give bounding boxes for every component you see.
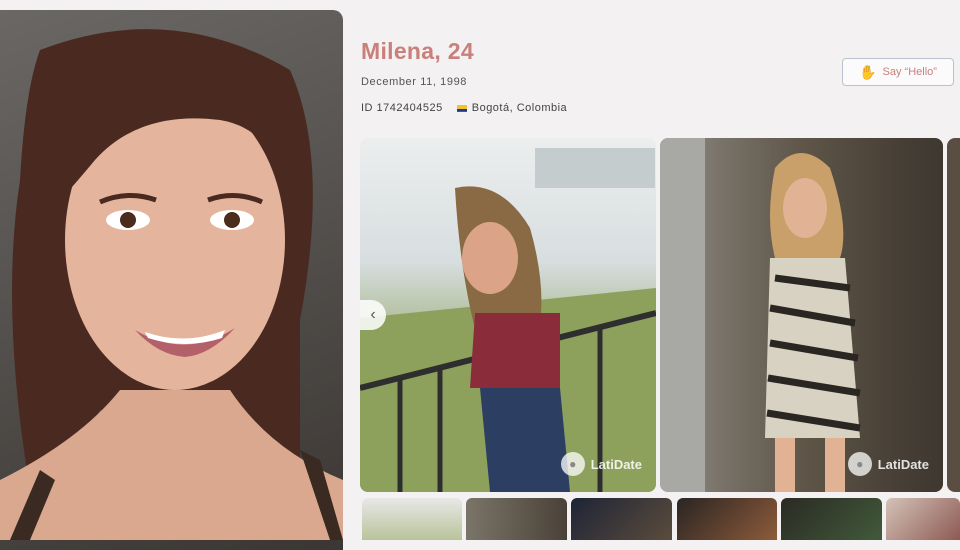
say-hello-label: Say “Hello” — [882, 66, 937, 78]
thumbnail-4[interactable] — [677, 498, 777, 540]
thumbnail-1[interactable] — [362, 498, 462, 540]
waving-hand-icon: ✋ — [859, 63, 877, 80]
say-hello-button[interactable]: ✋ Say “Hello” — [842, 58, 954, 86]
profile-meta: ID 1742404525 Bogotá, Colombia — [361, 102, 567, 114]
gallery-photo-2-illustration — [660, 138, 861, 492]
gallery-photo-1[interactable]: ● LatiDate — [360, 138, 656, 492]
watermark-text: LatiDate — [877, 456, 929, 472]
profile-photo-illustration — [0, 29, 343, 540]
chevron-left-icon: ‹ — [370, 306, 376, 323]
watermark-text: LatiDate — [590, 456, 642, 472]
location-text: Bogotá, Colombia — [471, 102, 568, 114]
gallery-photo-3[interactable] — [947, 138, 960, 492]
colombia-flag-icon — [456, 104, 467, 112]
chat-bubble-icon: ● — [560, 452, 585, 476]
thumbnail-5[interactable] — [781, 498, 882, 540]
profile-name-age: Milena, 24 — [361, 38, 474, 64]
chat-bubble-icon: ● — [847, 452, 872, 476]
thumbnail-3[interactable] — [571, 498, 672, 540]
thumbnail-6[interactable] — [886, 498, 960, 540]
gallery-photo-2[interactable]: ● LatiDate — [660, 138, 943, 492]
profile-birth-date: December 11, 1998 — [361, 76, 467, 88]
main-profile-photo[interactable] — [0, 10, 343, 550]
latidate-watermark: ● LatiDate — [847, 452, 929, 476]
gallery-photo-1-illustration — [360, 148, 656, 492]
profile-id: ID 1742404525 — [361, 102, 443, 114]
latidate-watermark: ● LatiDate — [560, 452, 642, 476]
thumbnail-2[interactable] — [466, 498, 567, 540]
profile-location: Bogotá, Colombia — [456, 102, 568, 114]
